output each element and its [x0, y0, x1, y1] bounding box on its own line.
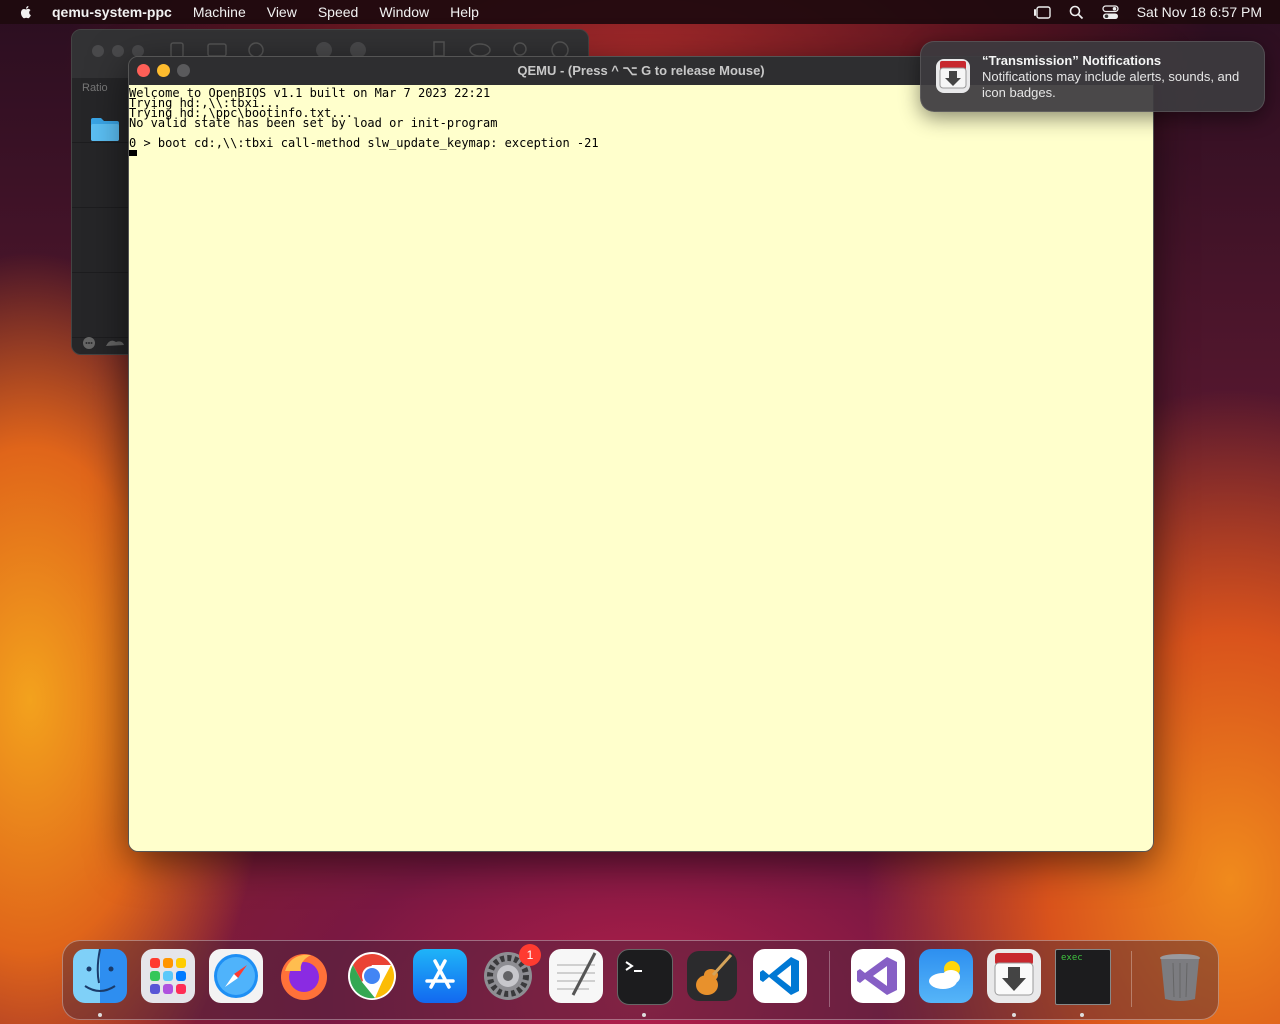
dock: 1 exec	[62, 940, 1219, 1020]
exec-label: exec	[1061, 953, 1083, 963]
dock-separator	[1131, 951, 1132, 1007]
system-settings-icon[interactable]: 1	[481, 944, 541, 1003]
transmission-dock-icon[interactable]	[987, 949, 1041, 1003]
running-indicator	[98, 1013, 102, 1017]
console-prompt-line: 0 > boot cd:,\\:tbxi call-method slw_upd…	[129, 136, 599, 150]
menu-window[interactable]: Window	[379, 4, 429, 20]
running-indicator	[1080, 1013, 1084, 1017]
dock-separator	[829, 951, 830, 1007]
menu-speed[interactable]: Speed	[318, 4, 358, 20]
menu-view[interactable]: View	[267, 4, 297, 20]
running-indicator	[642, 1013, 646, 1017]
control-center-icon[interactable]	[1102, 4, 1119, 20]
menu-bar: qemu-system-ppc Machine View Speed Windo…	[0, 0, 1280, 24]
vscode-icon[interactable]	[753, 949, 807, 1003]
weather-icon[interactable]	[919, 949, 973, 1003]
menu-app-name[interactable]: qemu-system-ppc	[52, 4, 172, 20]
finder-icon[interactable]	[73, 948, 127, 1003]
visual-studio-icon[interactable]	[851, 949, 905, 1003]
running-indicator	[1012, 1013, 1016, 1017]
menu-machine[interactable]: Machine	[193, 4, 246, 20]
notification-banner[interactable]: “Transmission” Notifications Notificatio…	[920, 41, 1265, 112]
close-button[interactable]	[137, 64, 150, 77]
safari-icon[interactable]	[209, 949, 263, 1003]
apple-logo-icon[interactable]	[18, 4, 34, 20]
openbios-console[interactable]: Welcome to OpenBIOS v1.1 built on Mar 7 …	[129, 85, 1153, 851]
sidebar-row[interactable]	[72, 273, 129, 338]
spotlight-search-icon[interactable]	[1069, 5, 1084, 20]
menu-help[interactable]: Help	[450, 4, 479, 20]
console-line: No valid state has been set by load or i…	[129, 116, 498, 130]
garageband-icon[interactable]	[685, 949, 739, 1003]
minimize-button[interactable]	[157, 64, 170, 77]
sidebar-row[interactable]	[72, 208, 129, 273]
menubar-clock[interactable]: Sat Nov 18 6:57 PM	[1137, 4, 1262, 20]
notification-title: “Transmission” Notifications	[982, 53, 1162, 68]
terminal-icon[interactable]	[617, 949, 673, 1005]
zoom-button[interactable]	[177, 64, 190, 77]
folder-icon[interactable]	[90, 116, 120, 142]
more-options-icon[interactable]	[82, 336, 126, 350]
chrome-icon[interactable]	[345, 949, 399, 1003]
app-store-icon[interactable]	[413, 949, 467, 1003]
transmission-icon	[936, 59, 970, 93]
launchpad-icon[interactable]	[141, 949, 195, 1003]
textedit-icon[interactable]	[549, 949, 603, 1003]
sidebar-label: Ratio	[82, 82, 108, 94]
notification-body: Notifications may include alerts, sounds…	[982, 69, 1240, 100]
sidebar-row[interactable]	[72, 143, 129, 208]
firefox-icon[interactable]	[277, 949, 331, 1003]
stage-manager-icon[interactable]	[1033, 4, 1051, 20]
trash-icon[interactable]	[1153, 949, 1207, 1003]
qemu-window[interactable]: QEMU - (Press ^ ⌥ G to release Mouse) We…	[128, 56, 1154, 852]
notification-badge: 1	[519, 944, 541, 966]
exec-window-icon[interactable]: exec	[1055, 949, 1111, 1005]
window-title: QEMU - (Press ^ ⌥ G to release Mouse)	[517, 63, 765, 78]
text-cursor	[129, 150, 137, 156]
